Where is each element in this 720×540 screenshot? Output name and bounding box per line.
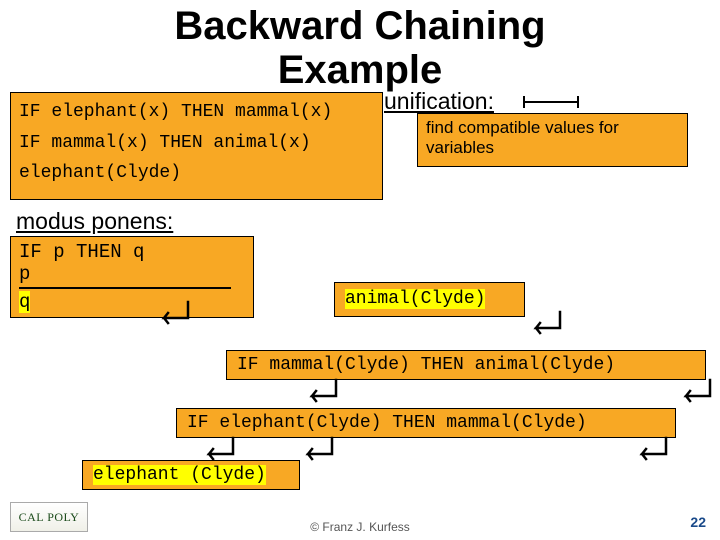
kb-rule-1: IF elephant(x) THEN mammal(x) bbox=[19, 97, 374, 128]
return-arrow-icon bbox=[302, 436, 338, 464]
return-arrow-icon bbox=[636, 436, 672, 464]
title-line-1: Backward Chaining bbox=[174, 4, 545, 48]
unification-text: find compatible values for variables bbox=[426, 118, 619, 157]
bracket-icon bbox=[522, 92, 584, 112]
modus-ponens-label: modus ponens: bbox=[16, 208, 173, 235]
title-line-2: Example bbox=[278, 48, 443, 92]
knowledge-base-box: IF elephant(x) THEN mammal(x) IF mammal(… bbox=[10, 92, 383, 200]
step-box-3: IF elephant(Clyde) THEN mammal(Clyde) bbox=[176, 408, 676, 438]
slide-title: Backward Chaining Example bbox=[0, 4, 720, 92]
goal-text: animal(Clyde) bbox=[345, 289, 485, 309]
page-number: 22 bbox=[690, 514, 706, 530]
return-arrow-icon bbox=[306, 378, 342, 406]
mp-premise-1: IF p THEN q bbox=[19, 241, 245, 263]
return-arrow-icon bbox=[530, 310, 566, 338]
return-arrow-icon bbox=[158, 300, 194, 326]
goal-box: animal(Clyde) bbox=[334, 282, 525, 317]
modus-ponens-box: IF p THEN q p q bbox=[10, 236, 254, 318]
step-text-3: IF elephant(Clyde) THEN mammal(Clyde) bbox=[187, 413, 587, 433]
mp-premise-2: p bbox=[19, 263, 245, 285]
step-text-4: elephant (Clyde) bbox=[93, 465, 266, 485]
unification-box: find compatible values for variables bbox=[417, 113, 688, 167]
return-arrow-icon bbox=[680, 378, 716, 406]
copyright-text: © Franz J. Kurfess bbox=[0, 520, 720, 534]
step-box-2: IF mammal(Clyde) THEN animal(Clyde) bbox=[226, 350, 706, 380]
mp-conclusion: q bbox=[19, 291, 30, 313]
unification-label: unification: bbox=[384, 88, 494, 115]
step-text-2: IF mammal(Clyde) THEN animal(Clyde) bbox=[237, 355, 615, 375]
kb-fact: elephant(Clyde) bbox=[19, 158, 374, 189]
kb-rule-2: IF mammal(x) THEN animal(x) bbox=[19, 128, 374, 159]
return-arrow-icon bbox=[203, 436, 239, 464]
step-box-4: elephant (Clyde) bbox=[82, 460, 300, 490]
